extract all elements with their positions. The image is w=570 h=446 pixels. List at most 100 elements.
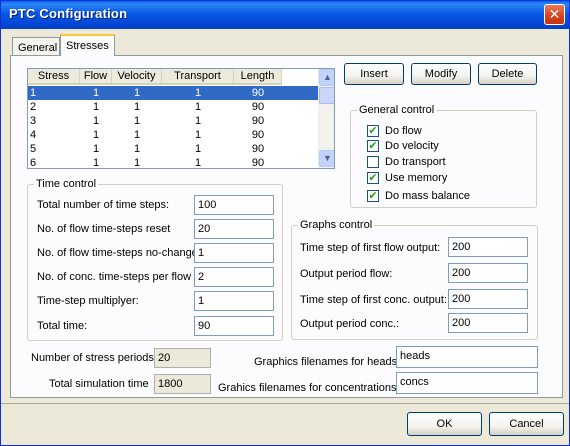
checkmark-icon[interactable]: ✔ <box>367 190 379 202</box>
stress-periods-value: 20 <box>154 348 211 368</box>
time-control-input[interactable]: 1 <box>194 243 274 263</box>
checkbox-label: Use memory <box>385 172 448 184</box>
checkbox-do-mass-balance[interactable]: ✔ Do mass balance <box>367 189 470 203</box>
total-simulation-time-value: 1800 <box>154 374 211 394</box>
concentrations-filename-label: Grahics filenames for concentrations: <box>218 382 400 394</box>
tab-stresses-label: Stresses <box>66 40 109 52</box>
tab-stresses[interactable]: Stresses <box>60 34 115 56</box>
checkbox-label: Do flow <box>385 125 422 137</box>
time-control-label: No. of flow time-steps reset <box>37 223 171 235</box>
table-cell-velocity: 1 <box>133 115 141 127</box>
table-cell-stress: 1 <box>30 87 37 99</box>
stress-list-header: Stress Flow Velocity Transport Length <box>28 69 282 85</box>
checkbox-do-velocity[interactable]: ✔ Do velocity <box>367 139 439 153</box>
time-control-label: Time-step multiplyer: <box>37 295 139 307</box>
table-cell-velocity: 1 <box>133 101 141 113</box>
table-cell-flow: 1 <box>92 157 100 169</box>
close-icon[interactable]: ✕ <box>544 4 565 25</box>
table-cell-stress: 6 <box>30 157 37 169</box>
table-cell-length: 90 <box>251 129 265 141</box>
table-cell-flow: 1 <box>92 115 100 127</box>
chevron-up-icon[interactable]: ▲ <box>319 69 334 86</box>
heads-filename-input[interactable]: heads <box>396 346 538 368</box>
checkbox-do-flow[interactable]: ✔ Do flow <box>367 124 422 138</box>
stress-list-body: 1 1 1 1 90 2 1 1 1 90 3 1 1 1 90 4 1 1 1 90 5 1 1 1 90 6 1 1 1 90 <box>28 86 318 169</box>
table-cell-transport: 1 <box>194 87 202 99</box>
table-row[interactable]: 1 1 1 1 90 <box>28 86 318 100</box>
table-cell-velocity: 1 <box>133 87 141 99</box>
table-cell-transport: 1 <box>194 157 202 169</box>
table-cell-flow: 1 <box>92 129 100 141</box>
column-header-velocity[interactable]: Velocity <box>112 69 162 85</box>
tab-general[interactable]: General <box>12 37 60 57</box>
graphs-control-input[interactable]: 200 <box>448 263 528 283</box>
table-row[interactable]: 6 1 1 1 90 <box>28 156 318 169</box>
ptc-configuration-dialog: PTC Configuration ✕ General Stresses Str… <box>0 0 570 446</box>
insert-button[interactable]: Insert <box>344 63 404 85</box>
time-control-label: Total number of time steps: <box>37 199 170 211</box>
table-cell-length: 90 <box>251 143 265 155</box>
modify-button[interactable]: Modify <box>411 63 471 85</box>
graphs-control-label: Time step of first flow output: <box>300 242 441 254</box>
time-control-input[interactable]: 20 <box>194 219 274 239</box>
table-cell-flow: 1 <box>92 87 100 99</box>
table-cell-stress: 3 <box>30 115 37 127</box>
checkbox-label: Do velocity <box>385 140 439 152</box>
graphs-control-input[interactable]: 200 <box>448 237 528 257</box>
ok-button[interactable]: OK <box>407 412 482 436</box>
table-cell-velocity: 1 <box>133 129 141 141</box>
table-cell-velocity: 1 <box>133 143 141 155</box>
table-cell-length: 90 <box>251 101 265 113</box>
checkbox-use-memory[interactable]: ✔ Use memory <box>367 171 447 185</box>
title-bar[interactable]: PTC Configuration ✕ <box>1 1 569 29</box>
stress-list[interactable]: Stress Flow Velocity Transport Length 11… <box>27 68 335 169</box>
column-header-length[interactable]: Length <box>234 69 282 85</box>
scrollbar-thumb[interactable] <box>319 87 334 104</box>
concentrations-filename-input[interactable]: concs <box>396 372 538 394</box>
checkbox-empty-icon[interactable] <box>367 156 379 168</box>
time-control-title: Time control <box>34 178 99 190</box>
column-header-flow[interactable]: Flow <box>80 69 112 85</box>
table-cell-flow: 1 <box>92 101 100 113</box>
stress-list-scrollbar[interactable]: ▲ ▼ <box>318 69 334 168</box>
table-cell-stress: 5 <box>30 143 37 155</box>
total-simulation-time-label: Total simulation time <box>49 378 149 390</box>
table-cell-transport: 1 <box>194 143 202 155</box>
table-cell-length: 90 <box>251 157 265 169</box>
table-cell-transport: 1 <box>194 101 202 113</box>
time-control-input[interactable]: 1 <box>194 291 274 311</box>
time-control-label: No. of conc. time-steps per flow <box>37 271 192 283</box>
time-control-input[interactable]: 90 <box>194 316 274 336</box>
table-cell-transport: 1 <box>194 129 202 141</box>
column-header-stress[interactable]: Stress <box>28 69 80 85</box>
table-row[interactable]: 5 1 1 1 90 <box>28 142 318 156</box>
table-cell-stress: 4 <box>30 129 37 141</box>
graphs-control-label: Output period conc.: <box>300 318 400 330</box>
table-row[interactable]: 4 1 1 1 90 <box>28 128 318 142</box>
delete-button[interactable]: Delete <box>478 63 537 85</box>
graphs-control-label: Time step of first conc. output: <box>300 294 447 306</box>
time-control-input[interactable]: 2 <box>194 267 274 287</box>
checkmark-icon[interactable]: ✔ <box>367 172 379 184</box>
time-control-input[interactable]: 100 <box>194 195 274 215</box>
table-row[interactable]: 3 1 1 1 90 <box>28 114 318 128</box>
time-control-label: Total time: <box>37 320 88 332</box>
general-control-title: General control <box>357 104 437 116</box>
window-title: PTC Configuration <box>9 6 128 21</box>
checkbox-label: Do transport <box>385 156 446 168</box>
time-control-label: No. of flow time-steps no-change <box>37 247 198 259</box>
graphs-control-input[interactable]: 200 <box>448 289 528 309</box>
checkmark-icon[interactable]: ✔ <box>367 125 379 137</box>
chevron-down-icon[interactable]: ▼ <box>319 150 334 167</box>
table-row[interactable]: 2 1 1 1 90 <box>28 100 318 114</box>
table-cell-length: 90 <box>251 115 265 127</box>
column-header-transport[interactable]: Transport <box>162 69 234 85</box>
checkbox-do-transport[interactable]: Do transport <box>367 155 446 169</box>
checkmark-icon[interactable]: ✔ <box>367 140 379 152</box>
table-cell-velocity: 1 <box>133 157 141 169</box>
stress-periods-label: Number of stress periods <box>31 352 154 364</box>
table-cell-stress: 2 <box>30 101 37 113</box>
graphs-control-input[interactable]: 200 <box>448 313 528 333</box>
cancel-button[interactable]: Cancel <box>489 412 564 436</box>
table-cell-length: 90 <box>251 87 265 99</box>
